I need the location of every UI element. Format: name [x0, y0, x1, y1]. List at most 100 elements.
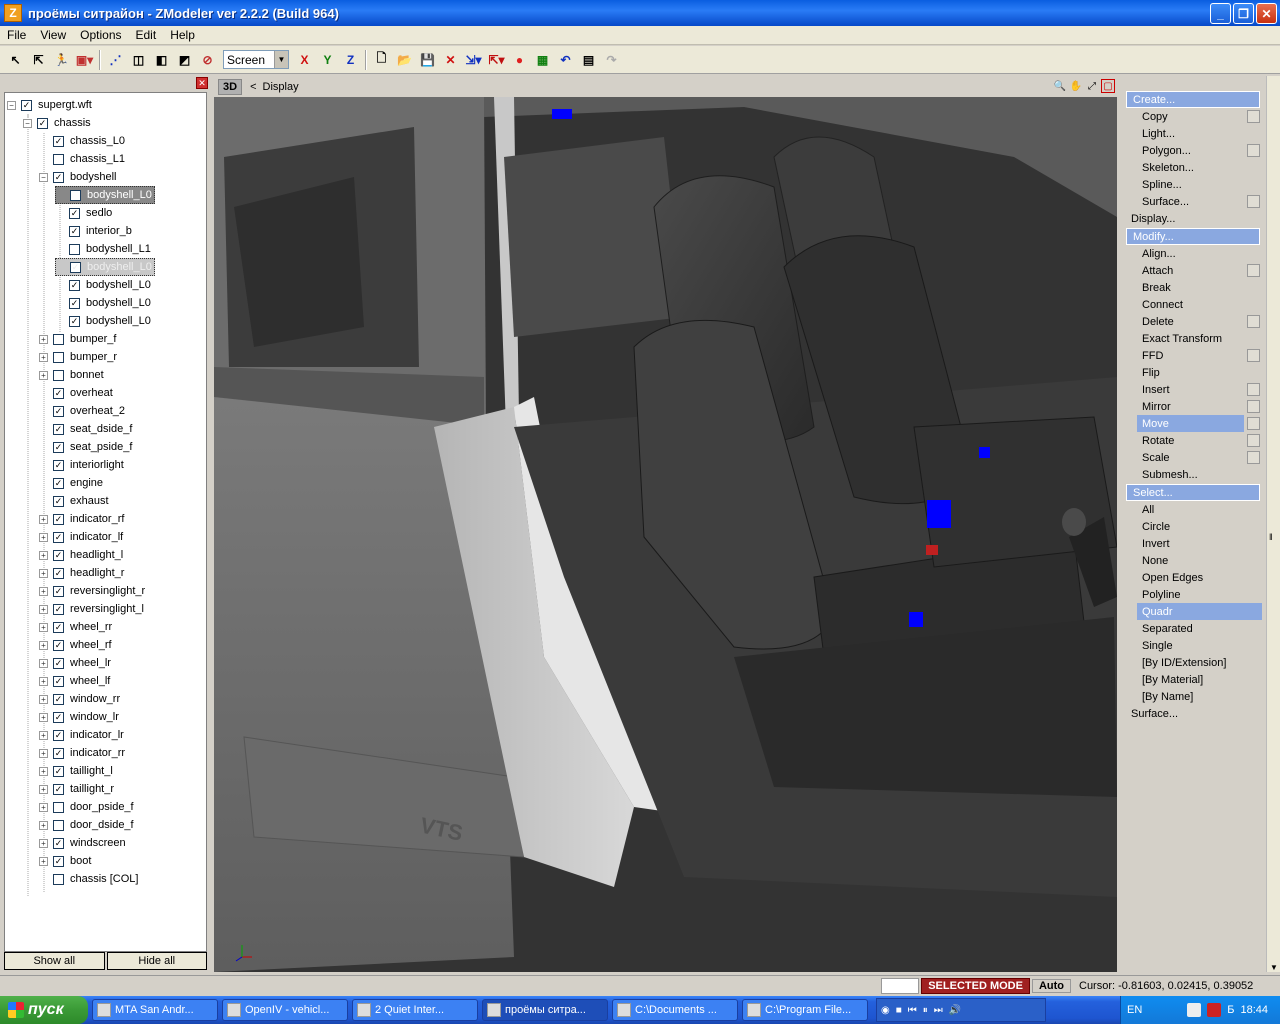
expand-icon[interactable]: + [39, 838, 48, 848]
visibility-checkbox[interactable]: ✓ [53, 567, 64, 579]
command-polygon[interactable]: Polygon... [1125, 142, 1264, 159]
media-player-toolbar[interactable]: ◉ ■ ⏮ ⏸ ⏭ 🔊 [876, 998, 1046, 1022]
command-quadr[interactable]: Quadr [1137, 603, 1262, 620]
visibility-checkbox[interactable]: ✓ [53, 171, 64, 183]
tree-node[interactable]: + ✓ indicator_lr [39, 726, 126, 744]
visibility-checkbox[interactable]: ✓ [69, 225, 80, 237]
command-skeleton[interactable]: Skeleton... [1125, 159, 1264, 176]
command-none[interactable]: None [1125, 552, 1264, 569]
command-open-edges[interactable]: Open Edges [1125, 569, 1264, 586]
expand-icon[interactable]: + [39, 730, 48, 740]
visibility-checkbox[interactable] [53, 369, 64, 381]
network-icon[interactable] [1187, 1003, 1202, 1017]
tray-text[interactable]: Б [1227, 1004, 1234, 1016]
command-polyline[interactable]: Polyline [1125, 586, 1264, 603]
tree-node[interactable]: ✓ exhaust [39, 492, 111, 510]
tree-node[interactable]: + ✓ headlight_r [39, 564, 126, 582]
expand-icon[interactable]: + [39, 604, 48, 614]
expand-icon[interactable]: + [39, 370, 48, 380]
tree-node[interactable]: ✓ seat_pside_f [39, 438, 134, 456]
command-submesh[interactable]: Submesh... [1125, 466, 1264, 483]
visibility-checkbox[interactable]: ✓ [53, 855, 64, 867]
close-icon[interactable]: ✕ [196, 77, 208, 89]
undo-icon[interactable]: ↶ [555, 49, 576, 70]
tree-node[interactable]: + ✓ wheel_rr [39, 618, 114, 636]
tree-node[interactable]: + ✓ headlight_l [39, 546, 125, 564]
command-by-material[interactable]: [By Material] [1125, 671, 1264, 688]
zmodeler-app-icon[interactable]: Z [4, 4, 22, 22]
command-copy[interactable]: Copy [1125, 108, 1264, 125]
faces-icon[interactable]: ◩ [174, 49, 195, 70]
visibility-checkbox[interactable] [53, 333, 64, 345]
tree-node[interactable]: ✓ sedlo [55, 204, 114, 222]
options-box-icon[interactable] [1247, 315, 1260, 328]
tree-node[interactable]: + ✓ reversinglight_l [39, 600, 146, 618]
vertices-icon[interactable]: ⋰ [105, 49, 126, 70]
options-box-icon[interactable] [1247, 195, 1260, 208]
selected-mode-indicator[interactable]: SELECTED MODE [921, 977, 1030, 994]
visibility-checkbox[interactable]: ✓ [53, 729, 64, 741]
walk-icon[interactable]: 🏃 [51, 49, 72, 70]
visibility-checkbox[interactable]: ✓ [53, 423, 64, 435]
visibility-checkbox[interactable]: ✓ [53, 783, 64, 795]
menu-help[interactable]: Help [163, 28, 202, 42]
delete-icon[interactable]: ✕ [440, 49, 461, 70]
visibility-checkbox[interactable] [53, 351, 64, 363]
clock[interactable]: 18:44 [1240, 1004, 1268, 1016]
command-all[interactable]: All [1125, 501, 1264, 518]
tree-node[interactable]: + ✓ wheel_lr [39, 654, 113, 672]
tree-node[interactable]: − ✓ bodyshell [39, 168, 118, 186]
close-button[interactable]: ✕ [1256, 3, 1277, 24]
visibility-checkbox[interactable]: ✓ [53, 459, 64, 471]
command-select[interactable]: Select... [1126, 484, 1260, 501]
vertical-scrollbar[interactable]: ‖ ▼ [1266, 76, 1280, 972]
export-icon[interactable]: ⇱▾ [486, 49, 507, 70]
record-icon[interactable]: ● [509, 49, 530, 70]
visibility-checkbox[interactable] [53, 153, 64, 165]
tree-node[interactable]: ✓ bodyshell_L0 [55, 186, 155, 204]
tree-node[interactable]: ✓ overheat_2 [39, 402, 127, 420]
tree-node[interactable]: + bumper_f [39, 330, 118, 348]
taskbar-button[interactable]: проёмы ситра... [482, 999, 608, 1021]
visibility-checkbox[interactable]: ✓ [70, 261, 81, 273]
visibility-checkbox[interactable]: ✓ [69, 207, 80, 219]
command-exact-transform[interactable]: Exact Transform [1125, 330, 1264, 347]
3d-viewport[interactable]: VTS [214, 97, 1117, 972]
menu-edit[interactable]: Edit [129, 28, 164, 42]
tree-node[interactable]: ✓ bodyshell_L0 [55, 258, 155, 276]
options-box-icon[interactable] [1247, 349, 1260, 362]
visibility-checkbox[interactable]: ✓ [69, 315, 80, 327]
tree-node[interactable]: ✓ interior_b [55, 222, 134, 240]
tree-node[interactable]: + ✓ taillight_r [39, 780, 116, 798]
tree-node[interactable]: + door_dside_f [39, 816, 136, 834]
scroll-down-icon[interactable]: ▼ [1270, 963, 1278, 972]
visibility-checkbox[interactable]: ✓ [53, 711, 64, 723]
tree-node[interactable]: + ✓ window_lr [39, 708, 121, 726]
options-box-icon[interactable] [1247, 434, 1260, 447]
show-all-button[interactable]: Show all [4, 952, 105, 970]
command-insert[interactable]: Insert [1125, 381, 1264, 398]
visibility-checkbox[interactable] [53, 819, 64, 831]
options-box-icon[interactable] [1247, 417, 1260, 430]
import-icon[interactable]: ⇲▾ [463, 49, 484, 70]
command-single[interactable]: Single [1125, 637, 1264, 654]
command-connect[interactable]: Connect [1125, 296, 1264, 313]
next-icon[interactable]: ⏭ [934, 1005, 943, 1016]
command-surface[interactable]: Surface... [1125, 193, 1264, 210]
expand-icon[interactable]: + [39, 514, 48, 524]
visibility-checkbox[interactable]: ✓ [53, 621, 64, 633]
tree-node[interactable]: bodyshell_L1 [55, 240, 153, 258]
maximize-viewport-icon[interactable]: ▢ [1101, 79, 1115, 93]
command-by-id-extension[interactable]: [By ID/Extension] [1125, 654, 1264, 671]
hide-all-button[interactable]: Hide all [106, 952, 207, 970]
volume-icon[interactable]: 🔊 [949, 1005, 961, 1016]
tool-icon[interactable]: ▦ [532, 49, 553, 70]
tree-node[interactable]: + ✓ reversinglight_r [39, 582, 147, 600]
visibility-checkbox[interactable]: ✓ [53, 585, 64, 597]
command-attach[interactable]: Attach [1125, 262, 1264, 279]
visibility-checkbox[interactable]: ✓ [21, 99, 32, 111]
visibility-checkbox[interactable]: ✓ [53, 657, 64, 669]
expand-icon[interactable]: + [39, 622, 48, 632]
tree-node[interactable]: ✓ bodyshell_L0 [55, 294, 153, 312]
expand-icon[interactable]: + [39, 334, 48, 344]
